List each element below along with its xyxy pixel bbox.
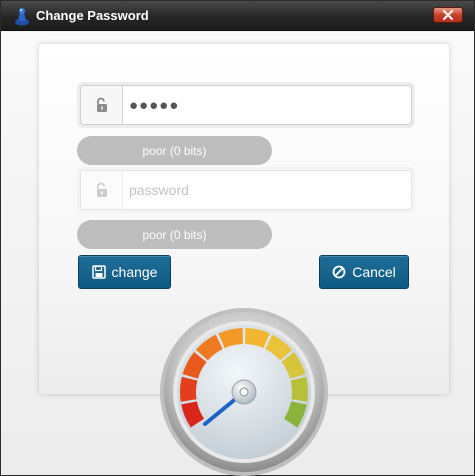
password-lock: [81, 86, 123, 124]
password-strength-meter: poor (0 bits): [77, 136, 272, 165]
confirm-password-field: [77, 167, 415, 213]
cancel-button[interactable]: Cancel: [319, 255, 409, 289]
close-icon: [443, 10, 453, 20]
confirm-strength-meter: poor (0 bits): [77, 220, 272, 249]
strength-gauge: [160, 308, 328, 476]
change-password-window: Change Password ●●●●● poor (0 bits) poor…: [0, 0, 475, 476]
password-field: ●●●●●: [77, 82, 415, 128]
title-bar[interactable]: Change Password: [1, 1, 474, 31]
confirm-password-input[interactable]: [123, 172, 403, 208]
password-input[interactable]: ●●●●●: [123, 97, 179, 114]
gauge-segment: [180, 376, 198, 402]
save-icon: [91, 265, 106, 279]
cancel-icon: [332, 265, 346, 279]
app-icon: [15, 8, 29, 26]
cancel-button-label: Cancel: [352, 264, 396, 280]
change-button-label: change: [111, 264, 158, 280]
close-button[interactable]: [433, 7, 463, 23]
unlock-icon: [96, 182, 107, 197]
change-button[interactable]: change: [78, 255, 171, 289]
confirm-lock: [81, 171, 123, 209]
gauge-segment: [290, 376, 308, 402]
window-title: Change Password: [36, 8, 149, 23]
unlock-icon: [96, 97, 107, 112]
